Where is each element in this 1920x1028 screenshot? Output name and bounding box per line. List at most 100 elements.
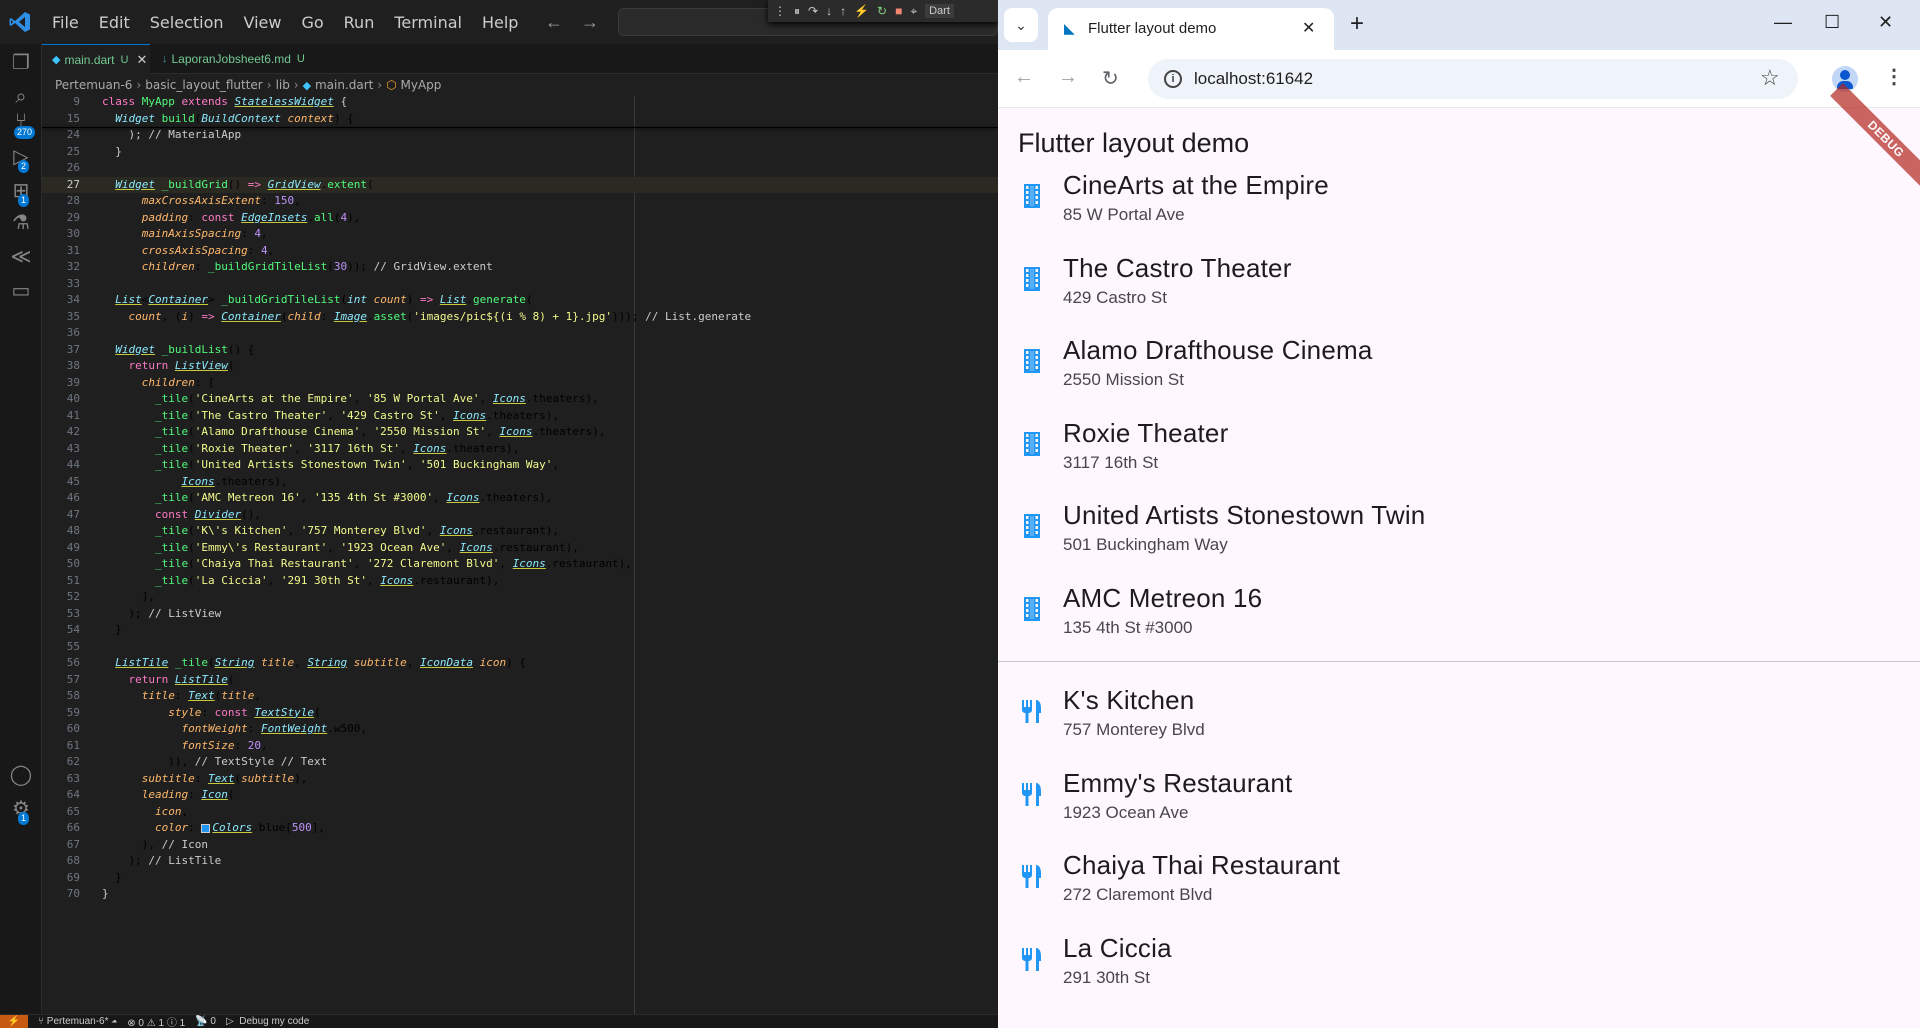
browser-tab[interactable]: ◣ Flutter layout demo ✕ xyxy=(1048,8,1334,50)
menu-view[interactable]: View xyxy=(234,13,292,32)
account-icon[interactable]: ◯ xyxy=(8,762,34,788)
list-divider xyxy=(998,661,1920,662)
tab-status: U xyxy=(120,53,129,66)
search-icon[interactable]: ⌕ xyxy=(8,84,34,110)
testing-icon[interactable]: ⚗ xyxy=(8,210,34,236)
url-text[interactable]: localhost:61642 xyxy=(1194,69,1313,89)
bookmark-star-icon[interactable]: ☆ xyxy=(1760,65,1780,91)
tile-subtitle: 429 Castro St xyxy=(1063,287,1167,307)
reload-icon[interactable]: ↻ xyxy=(1102,66,1119,91)
list-tile-restaurant[interactable]: Chaiya Thai Restaurant 272 Claremont Blvd xyxy=(998,838,1920,920)
vscode-window: File Edit Selection View Go Run Terminal… xyxy=(0,0,998,1028)
more-menu-icon[interactable]: ⋮ xyxy=(1884,64,1904,89)
code-line: 43 _tile('Roxie Theater', '3117 16th St'… xyxy=(66,441,520,455)
tile-title: CineArts at the Empire xyxy=(1063,170,1329,200)
devtools-icon[interactable]: ⌖ xyxy=(910,4,917,19)
code-line: 32 children: _buildGridTileList(30)); //… xyxy=(66,260,493,273)
settings-badge: 1 xyxy=(18,812,30,825)
forward-arrow-icon[interactable]: → xyxy=(1058,66,1078,89)
list-tile-restaurant[interactable]: La Ciccia 291 30th St xyxy=(998,921,1920,1003)
code-line: 69 } xyxy=(66,870,122,884)
explorer-icon[interactable]: ❐ xyxy=(8,50,34,76)
list-tile-theater[interactable]: AMC Metreon 16 135 4th St #3000 xyxy=(998,571,1920,653)
breadcrumb-item[interactable]: main.dart xyxy=(315,78,373,92)
code-line: 28 maxCrossAxisExtent: 150, xyxy=(66,194,301,207)
menu-edit[interactable]: Edit xyxy=(89,13,140,32)
code-line: 54 } xyxy=(66,623,122,636)
problems-status[interactable]: ⊗ 0 ⚠ 1 ⓘ 1 xyxy=(127,1014,185,1028)
back-arrow-icon[interactable]: ← xyxy=(1014,66,1034,89)
list-tile-theater[interactable]: Roxie Theater 3117 16th St xyxy=(998,406,1920,488)
code-line: 50 _tile('Chaiya Thai Restaurant', '272 … xyxy=(66,557,632,570)
pause-icon[interactable]: ⏸ xyxy=(794,4,800,19)
history-nav: ← → xyxy=(545,12,617,33)
breadcrumb-item[interactable]: Pertemuan-6 xyxy=(55,78,132,92)
tab-search-chevron-icon[interactable]: ⌄ xyxy=(1004,8,1038,42)
vscode-menubar: File Edit Selection View Go Run Terminal… xyxy=(42,0,528,44)
restart-icon[interactable]: ↻ xyxy=(877,4,887,18)
flutter-app: DEBUG Flutter layout demo CineArts at th… xyxy=(998,83,1920,1028)
new-tab-plus-icon[interactable]: + xyxy=(1350,12,1364,36)
tile-title: Emmy's Restaurant xyxy=(1063,767,1293,798)
list-tile-theater[interactable]: CineArts at the Empire 85 W Portal Ave xyxy=(998,158,1920,240)
code-line: 39 children: [ xyxy=(66,375,215,389)
list-tile-restaurant[interactable]: K's Kitchen 757 Monterey Blvd xyxy=(998,673,1920,755)
debug-config-label[interactable]: Dart xyxy=(925,4,954,18)
menu-help[interactable]: Help xyxy=(472,13,528,32)
window-close-icon[interactable]: ✕ xyxy=(1878,12,1893,33)
chat-icon[interactable]: ▭ xyxy=(8,278,34,304)
menu-run[interactable]: Run xyxy=(334,13,385,32)
menu-file[interactable]: File xyxy=(42,13,89,32)
list-tile-theater[interactable]: The Castro Theater 429 Castro St xyxy=(998,241,1920,323)
code-line: 29 padding: const EdgeInsets.all(4), xyxy=(66,210,361,224)
step-over-icon[interactable]: ↷ xyxy=(808,4,818,18)
code-line: 57 return ListTile( xyxy=(66,672,235,686)
debug-status[interactable]: ▷ Debug my code xyxy=(226,1016,309,1027)
tab-title: Flutter layout demo xyxy=(1088,20,1217,37)
maximize-icon[interactable]: ☐ xyxy=(1824,12,1840,33)
close-icon[interactable]: ✕ xyxy=(1302,18,1315,38)
code-line: 61 fontSize: 20, xyxy=(66,738,268,752)
forward-arrow-icon[interactable]: → xyxy=(581,12,599,32)
editor-tabs: ◆ main.dart U ✕ ↓ LaporanJobsheet6.md U xyxy=(42,44,998,74)
list-tile-theater[interactable]: Alamo Drafthouse Cinema 2550 Mission St xyxy=(998,323,1920,405)
tab-main-dart[interactable]: ◆ main.dart U ✕ xyxy=(42,44,150,74)
code-editor[interactable]: 9 class MyApp extends StatelessWidget { 1… xyxy=(42,94,998,1014)
tile-subtitle: 1923 Ocean Ave xyxy=(1063,802,1189,822)
code-line: 40 _tile('CineArts at the Empire', '85 W… xyxy=(66,392,599,405)
close-icon[interactable]: ✕ xyxy=(136,52,147,68)
remote-icon[interactable]: ⚡ xyxy=(0,1014,28,1028)
dart-file-icon: ◆ xyxy=(52,54,61,66)
branch-status[interactable]: ⑂ Pertemuan-6* ☁ xyxy=(38,1016,117,1027)
code-line: 37 Widget _buildList() { xyxy=(66,342,255,356)
theaters-icon xyxy=(1020,595,1044,623)
stop-icon[interactable]: ■ xyxy=(895,4,902,18)
menu-selection[interactable]: Selection xyxy=(140,13,234,32)
code-line: 64 leading: Icon( xyxy=(66,788,235,801)
flutter-icon[interactable]: ≪ xyxy=(8,244,34,270)
drag-handle-icon[interactable]: ⋮ xyxy=(774,4,786,18)
run-badge: 2 xyxy=(18,160,30,173)
menu-go[interactable]: Go xyxy=(291,13,333,32)
minimize-icon[interactable]: — xyxy=(1774,12,1792,33)
menu-terminal[interactable]: Terminal xyxy=(384,13,472,32)
address-bar[interactable]: i localhost:61642 ☆ xyxy=(1148,59,1798,99)
step-out-icon[interactable]: ↑ xyxy=(840,4,846,18)
hot-reload-icon[interactable]: ⚡ xyxy=(854,4,869,18)
dart-file-icon: ◆ xyxy=(302,78,312,92)
breadcrumb-item[interactable]: lib xyxy=(276,78,290,92)
back-arrow-icon[interactable]: ← xyxy=(545,12,563,32)
list-tile-theater[interactable]: United Artists Stonestown Twin 501 Buckin… xyxy=(998,488,1920,570)
breadcrumb-item[interactable]: basic_layout_flutter xyxy=(145,78,263,92)
ports-status[interactable]: 📡 0 xyxy=(195,1016,216,1027)
tile-title: The Castro Theater xyxy=(1063,252,1292,283)
step-into-icon[interactable]: ↓ xyxy=(826,4,832,18)
site-info-icon[interactable]: i xyxy=(1164,70,1182,88)
code-line: 63 subtitle: Text(subtitle), xyxy=(66,771,308,785)
tab-laporan-md[interactable]: ↓ LaporanJobsheet6.md U xyxy=(152,44,352,74)
code-line: 66 color: Colors.blue[500], xyxy=(66,821,325,834)
code-line: 51 _tile('La Ciccia', '291 30th St', Ico… xyxy=(66,573,500,587)
list-tile-restaurant[interactable]: Emmy's Restaurant 1923 Ocean Ave xyxy=(998,756,1920,838)
color-swatch[interactable] xyxy=(201,823,211,833)
breadcrumb-item[interactable]: MyApp xyxy=(401,78,442,92)
